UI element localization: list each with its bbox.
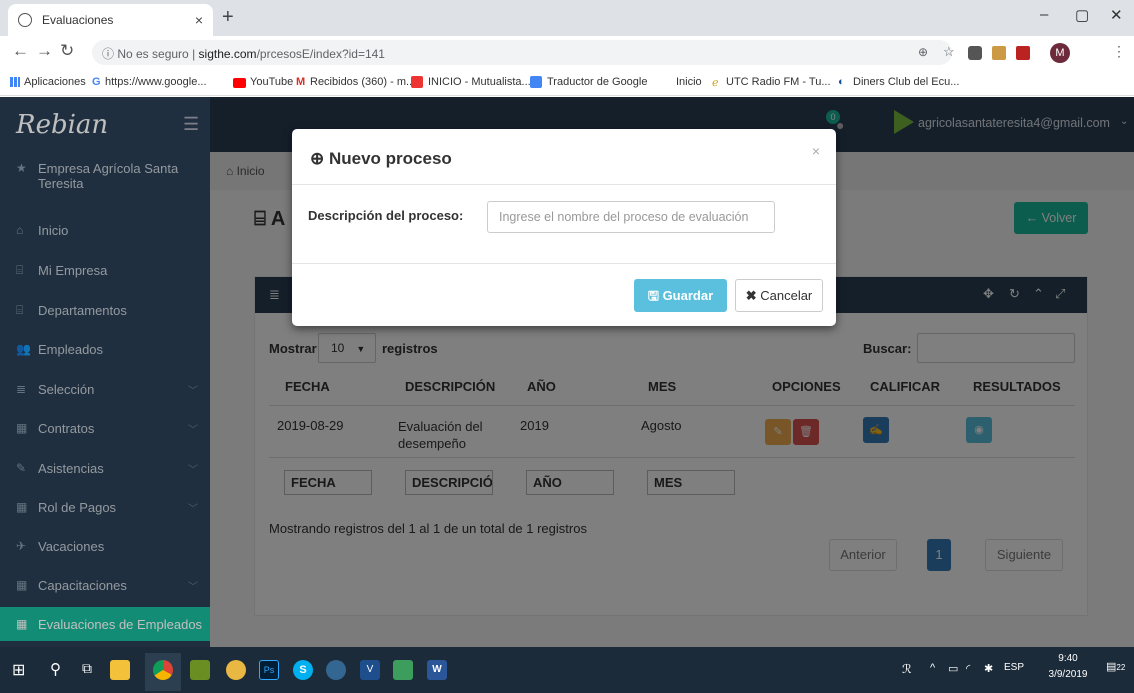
browser-tab[interactable]: Evaluaciones ×: [8, 4, 213, 36]
windows-taskbar: ⊞ ⚲ ⧉ Ps S V W ℛ ^ ▭ ◜ ✱ ESP 9:40 3/9/20…: [0, 647, 1134, 693]
postgresql-icon[interactable]: [326, 660, 346, 680]
url-path: /prcesosE/index?id=141: [256, 47, 385, 61]
photoshop-icon[interactable]: Ps: [259, 660, 279, 680]
url-bar[interactable]: ⓘ No es seguro | sigthe.com/prcesosE/ind…: [92, 40, 952, 65]
forward-icon[interactable]: →: [36, 41, 53, 61]
maximize-icon[interactable]: ▢: [1075, 6, 1089, 24]
pdf-extension-icon[interactable]: [992, 46, 1006, 60]
volume-icon[interactable]: ✱: [984, 662, 993, 675]
new-process-modal: ⊕ Nuevo proceso × Descripción del proces…: [292, 129, 836, 326]
modal-title: ⊕ Nuevo proceso: [310, 149, 452, 168]
bookmark-star-icon[interactable]: ☆: [943, 44, 955, 60]
action-center-icon[interactable]: ▤22: [1106, 660, 1125, 673]
zoom-icon[interactable]: ⊕: [918, 45, 928, 59]
tray-chevron-icon[interactable]: ^: [930, 662, 935, 674]
profile-avatar[interactable]: M: [1050, 43, 1070, 63]
search-icon[interactable]: ⚲: [50, 660, 61, 678]
battery-icon[interactable]: ▭: [948, 662, 958, 675]
youtube-icon: [233, 78, 246, 88]
plus-circle-icon: ⊕: [310, 149, 329, 168]
save-button[interactable]: 🖫 Guardar: [634, 279, 727, 312]
app-face-icon[interactable]: [226, 660, 246, 680]
globe-icon: [18, 13, 32, 27]
tab-title: Evaluaciones: [42, 13, 114, 27]
file-explorer-icon[interactable]: [110, 660, 130, 680]
sidebar-backdrop: [0, 97, 210, 647]
bookmarks-bar: Aplicaciones G https://www.google... You…: [0, 69, 1134, 96]
winrar-icon[interactable]: [190, 660, 210, 680]
mutualista-icon: [411, 76, 423, 88]
wifi-icon[interactable]: ◜: [966, 662, 970, 675]
process-description-label: Descripción del proceso:: [308, 208, 464, 223]
url-separator: |: [192, 47, 196, 61]
bookmark-google[interactable]: https://www.google...: [105, 76, 207, 88]
extension-red-icon[interactable]: [1016, 46, 1030, 60]
people-icon[interactable]: ℛ: [902, 662, 912, 676]
gmail-icon: M: [296, 76, 306, 88]
bookmark-apps[interactable]: Aplicaciones: [24, 76, 86, 88]
skype-icon[interactable]: S: [293, 660, 313, 680]
ie-icon: ℯ: [712, 77, 719, 89]
reload-icon[interactable]: ↻: [60, 41, 74, 61]
browser-tab-strip: Evaluaciones × + – ▢ ✕: [0, 0, 1134, 36]
apps-grid-icon: [10, 77, 20, 87]
windows-start-icon[interactable]: ⊞: [12, 660, 25, 680]
menu-icon[interactable]: ⋮: [1112, 43, 1126, 60]
bookmark-utc-radio[interactable]: UTC Radio FM - Tu...: [726, 76, 831, 88]
save-icon: 🖫: [647, 288, 663, 303]
bookmark-gmail[interactable]: Recibidos (360) - m...: [310, 76, 415, 88]
minimize-icon[interactable]: –: [1040, 6, 1048, 23]
bookmark-translate[interactable]: Traductor de Google: [547, 76, 647, 88]
clock-date[interactable]: 3/9/2019: [1044, 669, 1092, 680]
close-window-icon[interactable]: ✕: [1110, 6, 1123, 24]
modal-close-icon[interactable]: ×: [812, 143, 820, 159]
bookmark-diners[interactable]: Diners Club del Ecu...: [853, 76, 959, 88]
bookmark-mutualista[interactable]: INICIO - Mutualista...: [428, 76, 531, 88]
security-status: ⓘ No es seguro: [102, 47, 189, 61]
visio-icon[interactable]: V: [360, 660, 380, 680]
modal-header-divider: [292, 184, 836, 185]
word-icon[interactable]: W: [427, 660, 447, 680]
app-green-icon[interactable]: [393, 660, 413, 680]
process-description-input[interactable]: [487, 201, 775, 233]
google-icon: G: [92, 76, 101, 88]
bookmark-inicio[interactable]: Inicio: [676, 76, 702, 88]
language-indicator[interactable]: ESP: [1004, 662, 1024, 673]
new-tab-button[interactable]: +: [222, 6, 234, 29]
back-icon[interactable]: ←: [12, 41, 29, 61]
task-view-icon[interactable]: ⧉: [82, 660, 92, 677]
extension-icon[interactable]: [968, 46, 982, 60]
close-icon: ✖: [745, 288, 761, 303]
url-domain: sigthe.com: [198, 47, 257, 61]
clock-time[interactable]: 9:40: [1048, 653, 1088, 664]
bookmark-youtube[interactable]: YouTube: [250, 76, 293, 88]
tab-close-icon[interactable]: ×: [195, 12, 203, 28]
cancel-button[interactable]: ✖ Cancelar: [735, 279, 823, 312]
diners-icon: ◐: [838, 76, 845, 88]
modal-footer-divider: [292, 263, 836, 264]
translate-icon: [530, 76, 542, 88]
chrome-icon[interactable]: [153, 660, 173, 680]
